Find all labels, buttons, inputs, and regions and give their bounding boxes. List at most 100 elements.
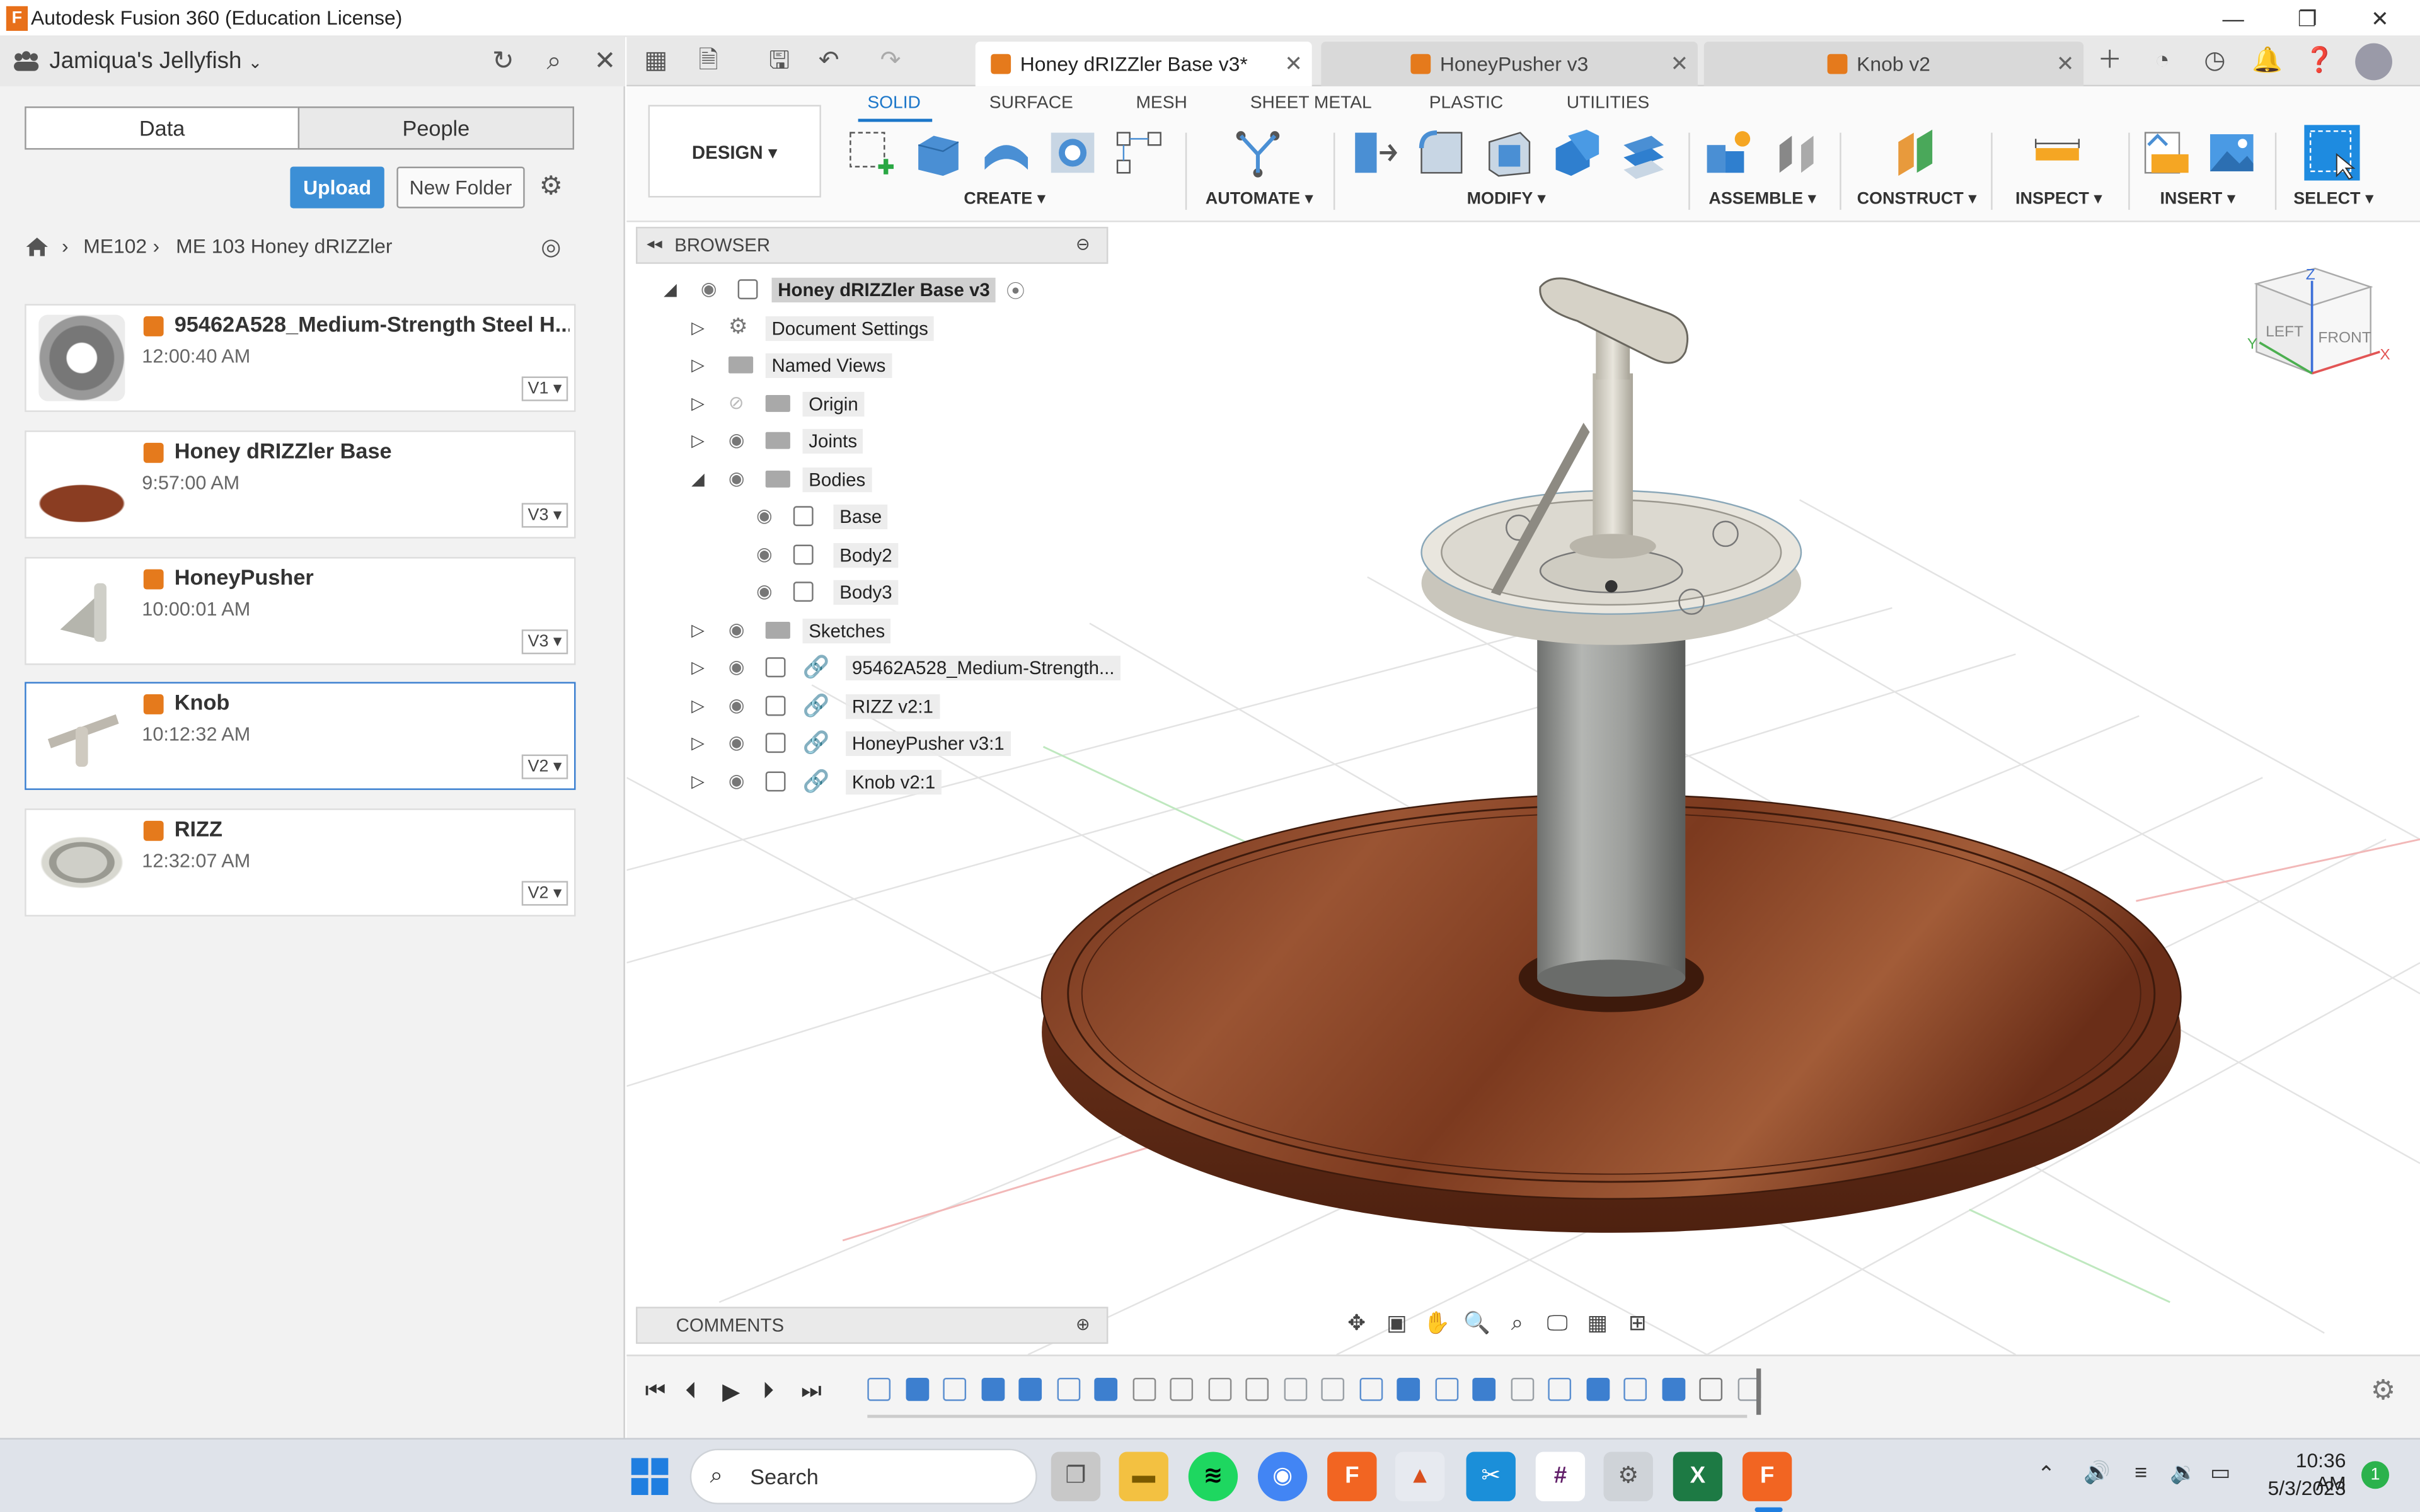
browser-item-body3[interactable]: ◉ Body3: [636, 575, 1108, 609]
fit-icon[interactable]: ⌕: [1497, 1310, 1538, 1336]
battery-icon[interactable]: ▭: [2210, 1460, 2230, 1486]
timeline-body-feature[interactable]: [1586, 1377, 1610, 1401]
collapsed-caret-icon[interactable]: ▷: [691, 620, 705, 640]
speaker-icon[interactable]: 🔊: [2083, 1460, 2111, 1486]
timeline-fillet-feature[interactable]: [1207, 1377, 1231, 1401]
visibility-eye-icon[interactable]: ◉: [756, 543, 773, 564]
job-status-icon[interactable]: ◷: [2198, 46, 2232, 77]
timeline-body-feature[interactable]: [981, 1377, 1005, 1401]
collapsed-caret-icon[interactable]: ▷: [691, 772, 705, 791]
visibility-eye-icon[interactable]: ◉: [701, 278, 717, 299]
select-icon[interactable]: [2303, 123, 2361, 182]
visibility-eye-icon[interactable]: ◉: [729, 619, 745, 640]
file-card[interactable]: Honey dRIZZler Base 9:57:00 AM V3 ▾: [25, 430, 576, 539]
undo-icon[interactable]: ↶: [812, 46, 846, 77]
insert-menu[interactable]: INSERT ▾: [2136, 188, 2259, 208]
pan-icon[interactable]: ✋: [1417, 1310, 1457, 1336]
visibility-eye-icon[interactable]: ◉: [729, 429, 745, 450]
visibility-eye-icon[interactable]: ◉: [729, 467, 745, 489]
timeline-joint-feature[interactable]: [1699, 1377, 1723, 1401]
browser-header[interactable]: ◂◂ BROWSER ⊖: [635, 227, 1109, 264]
taskbar-search[interactable]: ⌕ Search: [689, 1448, 1037, 1504]
timeline-sketch-feature[interactable]: [943, 1377, 967, 1401]
home-icon[interactable]: [25, 236, 49, 258]
new-tab-icon[interactable]: ＋: [2093, 46, 2127, 77]
timeline-body-feature[interactable]: [1661, 1377, 1685, 1401]
workspace-switcher[interactable]: DESIGN ▾: [648, 105, 821, 198]
close-icon[interactable]: ✕: [590, 46, 621, 77]
collapse-panel-icon[interactable]: ◂◂: [647, 228, 662, 262]
visibility-eye-icon[interactable]: ◉: [756, 580, 773, 602]
browser-item-sketches[interactable]: ▷ ◉ Sketches: [636, 614, 1108, 648]
excel-icon[interactable]: X: [1673, 1452, 1723, 1501]
breadcrumb-me102[interactable]: ME102: [83, 234, 147, 258]
file-explorer-icon[interactable]: ▬: [1119, 1452, 1168, 1501]
timeline-body-feature[interactable]: [1018, 1377, 1042, 1401]
joint-icon[interactable]: [1770, 127, 1823, 179]
inspect-menu[interactable]: INSPECT ▾: [1997, 188, 2121, 208]
timeline-fillet-feature[interactable]: [1132, 1377, 1156, 1401]
refresh-icon[interactable]: ↻: [488, 46, 519, 77]
expanded-caret-icon[interactable]: ◢: [664, 279, 677, 299]
file-card-selected[interactable]: Knob 10:12:32 AM V2 ▾: [25, 682, 576, 790]
clock-date[interactable]: 5/3/2023: [2262, 1477, 2346, 1500]
hidden-eye-icon[interactable]: ⊘: [729, 392, 744, 413]
close-tab-icon[interactable]: ✕: [1670, 42, 1688, 86]
tab-solid[interactable]: SOLID: [867, 94, 921, 112]
fillet-icon[interactable]: [1415, 127, 1468, 179]
slack-icon[interactable]: #: [1535, 1452, 1586, 1501]
insert-canvas-icon[interactable]: [2206, 127, 2258, 179]
close-window-button[interactable]: ✕: [2344, 0, 2416, 37]
collapsed-caret-icon[interactable]: ▷: [691, 430, 705, 450]
automate-menu[interactable]: AUTOMATE ▾: [1197, 188, 1321, 208]
offset-plane-icon[interactable]: [1889, 127, 1942, 179]
matlab-icon[interactable]: ▲: [1395, 1452, 1445, 1501]
tab-honeypusher[interactable]: HoneyPusher v3 ✕: [1321, 42, 1698, 87]
collapsed-caret-icon[interactable]: ▷: [691, 355, 705, 375]
settings-icon[interactable]: ⚙: [1603, 1452, 1653, 1501]
minimize-panel-icon[interactable]: ⊖: [1076, 228, 1090, 262]
create-menu[interactable]: CREATE ▾: [843, 188, 1167, 208]
grid-settings-icon[interactable]: ▦: [1577, 1310, 1618, 1336]
construct-menu[interactable]: CONSTRUCT ▾: [1855, 188, 1979, 208]
file-card[interactable]: HoneyPusher 10:00:01 AM V3 ▾: [25, 557, 576, 665]
browser-item-base-body[interactable]: ◉ Base: [636, 500, 1108, 534]
combine-icon[interactable]: [1550, 127, 1602, 179]
measure-icon[interactable]: [2031, 127, 2083, 179]
browser-item-named-views[interactable]: ▷ Named Views: [636, 348, 1108, 382]
save-icon[interactable]: 🖫: [763, 46, 797, 77]
play-icon[interactable]: ▶: [722, 1378, 740, 1406]
add-comment-icon[interactable]: ⊕: [1076, 1309, 1090, 1343]
go-to-end-icon[interactable]: ⏭: [801, 1378, 822, 1404]
file-card[interactable]: RIZZ 12:32:07 AM V2 ▾: [25, 808, 576, 917]
close-tab-icon[interactable]: ✕: [1284, 42, 1303, 86]
tab-sheet-metal[interactable]: SHEET METAL: [1250, 94, 1372, 112]
viewcube[interactable]: LEFT FRONT Z X Y: [2247, 266, 2390, 375]
timeline-marker[interactable]: [1756, 1368, 1761, 1415]
activate-radio-icon[interactable]: ⦿: [1006, 278, 1025, 304]
timeline-body-feature[interactable]: [1472, 1377, 1496, 1401]
timeline-shell-feature[interactable]: [1510, 1377, 1534, 1401]
browser-item-bodies[interactable]: ◢ ◉ Bodies: [636, 463, 1108, 497]
spotify-icon[interactable]: ≋: [1188, 1452, 1238, 1501]
visibility-eye-icon[interactable]: ◉: [729, 770, 745, 791]
notifications-icon[interactable]: 🔔: [2250, 46, 2285, 77]
assemble-menu[interactable]: ASSEMBLE ▾: [1701, 188, 1824, 208]
minimize-button[interactable]: —: [2198, 0, 2269, 37]
gear-icon[interactable]: ⚙: [536, 171, 567, 202]
step-back-icon[interactable]: ⏴: [685, 1378, 696, 1404]
file-menu-icon[interactable]: 🗎: [691, 46, 725, 77]
team-selector[interactable]: Jamiqua's Jellyfish ⌄: [49, 48, 262, 74]
pattern-icon[interactable]: [1113, 127, 1165, 179]
globe-icon[interactable]: ◎: [536, 233, 567, 264]
viewports-icon[interactable]: ⊞: [1618, 1310, 1658, 1336]
version-dropdown[interactable]: V2 ▾: [521, 881, 568, 906]
volume-icon[interactable]: 🔉: [2170, 1460, 2197, 1486]
upload-button[interactable]: Upload: [290, 166, 384, 209]
version-dropdown[interactable]: V3 ▾: [521, 629, 568, 655]
revolve-icon[interactable]: [980, 127, 1032, 179]
timeline-body-feature[interactable]: [1094, 1377, 1118, 1401]
close-tab-icon[interactable]: ✕: [2056, 42, 2075, 86]
visibility-eye-icon[interactable]: ◉: [756, 505, 773, 526]
browser-item-body2[interactable]: ◉ Body2: [636, 539, 1108, 573]
